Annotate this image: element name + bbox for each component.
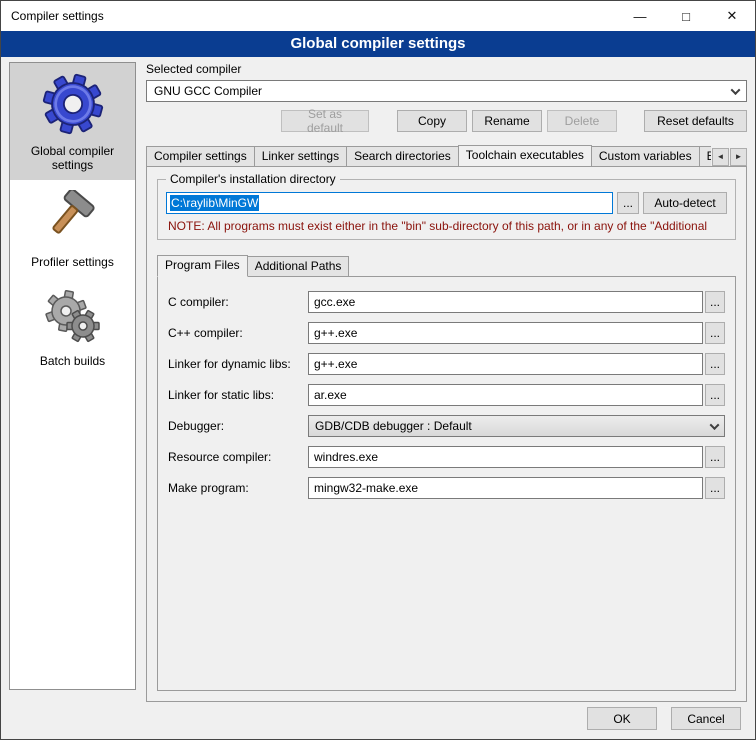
tab-scroll-left-button[interactable]: ◄: [712, 148, 729, 166]
tab-toolchain-executables[interactable]: Toolchain executables: [458, 145, 592, 166]
field-label: Linker for static libs:: [168, 388, 308, 402]
note-text: NOTE: All programs must exist either in …: [168, 219, 725, 233]
field-value: windres.exe: [314, 450, 378, 464]
close-button[interactable]: ✕: [709, 1, 755, 31]
compiler-settings-window: Compiler settings — □ ✕ Global compiler …: [0, 0, 756, 740]
field-value: ar.exe: [314, 388, 347, 402]
dialog-content: Global compiler settings Profiler settin…: [1, 57, 755, 739]
delete-button[interactable]: Delete: [547, 110, 617, 132]
make-program-input[interactable]: mingw32-make.exe: [308, 477, 703, 499]
sidebar-item-label: Batch builds: [13, 354, 132, 368]
tab-scroll-right-button[interactable]: ►: [730, 148, 747, 166]
field-label: C++ compiler:: [168, 326, 308, 340]
field-label: C compiler:: [168, 295, 308, 309]
installation-directory-group: Compiler's installation directory C:\ray…: [157, 179, 736, 240]
chevron-down-icon: [710, 420, 720, 430]
compiler-select[interactable]: GNU GCC Compiler: [146, 80, 747, 102]
field-row-make-program: Make program: mingw32-make.exe ...: [168, 477, 725, 499]
settings-tabbar: Compiler settings Linker settings Search…: [146, 144, 747, 166]
rename-button[interactable]: Rename: [472, 110, 542, 132]
field-row-linker-static: Linker for static libs: ar.exe ...: [168, 384, 725, 406]
field-row-debugger: Debugger: GDB/CDB debugger : Default: [168, 415, 725, 437]
browse-directory-button[interactable]: ...: [617, 192, 639, 214]
window-title: Compiler settings: [1, 9, 104, 23]
selected-compiler-label: Selected compiler: [146, 62, 747, 76]
linker-dynamic-input[interactable]: g++.exe: [308, 353, 703, 375]
tab-search-directories[interactable]: Search directories: [346, 146, 459, 166]
hammer-icon: [45, 190, 101, 246]
tab-custom-variables[interactable]: Custom variables: [591, 146, 700, 166]
compiler-select-value: GNU GCC Compiler: [154, 84, 262, 98]
field-row-resource-compiler: Resource compiler: windres.exe ...: [168, 446, 725, 468]
installation-directory-label: Compiler's installation directory: [166, 172, 340, 186]
sidebar-item-profiler-settings[interactable]: Profiler settings: [10, 180, 135, 277]
field-value: gcc.exe: [314, 295, 355, 309]
minimize-button[interactable]: —: [617, 1, 663, 31]
gray-gears-icon: [44, 287, 102, 345]
debugger-select-value: GDB/CDB debugger : Default: [315, 419, 472, 433]
tab-build-truncated[interactable]: Buil: [699, 146, 711, 166]
field-row-c-compiler: C compiler: gcc.exe ...: [168, 291, 725, 313]
field-value: mingw32-make.exe: [314, 481, 418, 495]
window-controls: — □ ✕: [617, 1, 755, 31]
tab-linker-settings[interactable]: Linker settings: [254, 146, 347, 166]
field-label: Resource compiler:: [168, 450, 308, 464]
browse-make-program-button[interactable]: ...: [705, 477, 725, 499]
sidebar-item-label: Global compiler settings: [13, 144, 132, 172]
linker-static-input[interactable]: ar.exe: [308, 384, 703, 406]
main-panel: Selected compiler GNU GCC Compiler Set a…: [146, 62, 747, 702]
program-files-panel: C compiler: gcc.exe ... C++ compiler: g+…: [157, 276, 736, 691]
browse-linker-static-button[interactable]: ...: [705, 384, 725, 406]
installation-directory-value: C:\raylib\MinGW: [170, 195, 259, 211]
compiler-actions: Set as default Copy Rename Delete Reset …: [146, 110, 747, 132]
field-row-linker-dynamic: Linker for dynamic libs: g++.exe ...: [168, 353, 725, 375]
c-compiler-input[interactable]: gcc.exe: [308, 291, 703, 313]
tab-additional-paths[interactable]: Additional Paths: [247, 256, 350, 276]
set-as-default-button[interactable]: Set as default: [281, 110, 369, 132]
tab-program-files[interactable]: Program Files: [157, 255, 248, 277]
sidebar-item-label: Profiler settings: [13, 255, 132, 269]
sidebar-item-batch-builds[interactable]: Batch builds: [10, 277, 135, 376]
reset-defaults-button[interactable]: Reset defaults: [644, 110, 747, 132]
dialog-footer: OK Cancel: [587, 707, 741, 730]
field-label: Debugger:: [168, 419, 308, 433]
dialog-header-title: Global compiler settings: [1, 31, 755, 57]
cpp-compiler-input[interactable]: g++.exe: [308, 322, 703, 344]
browse-resource-compiler-button[interactable]: ...: [705, 446, 725, 468]
browse-cpp-compiler-button[interactable]: ...: [705, 322, 725, 344]
blue-gear-icon: [42, 73, 104, 135]
copy-button[interactable]: Copy: [397, 110, 467, 132]
chevron-down-icon: [731, 85, 741, 95]
installation-directory-input[interactable]: C:\raylib\MinGW: [166, 192, 613, 214]
toolchain-executables-panel: Compiler's installation directory C:\ray…: [146, 166, 747, 702]
settings-category-list: Global compiler settings Profiler settin…: [9, 62, 136, 690]
browse-c-compiler-button[interactable]: ...: [705, 291, 725, 313]
field-value: g++.exe: [314, 326, 357, 340]
sidebar-item-global-compiler-settings[interactable]: Global compiler settings: [10, 63, 135, 180]
field-value: g++.exe: [314, 357, 357, 371]
debugger-select[interactable]: GDB/CDB debugger : Default: [308, 415, 725, 437]
field-label: Make program:: [168, 481, 308, 495]
maximize-button[interactable]: □: [663, 1, 709, 31]
tab-compiler-settings[interactable]: Compiler settings: [146, 146, 255, 166]
ok-button[interactable]: OK: [587, 707, 657, 730]
field-label: Linker for dynamic libs:: [168, 357, 308, 371]
auto-detect-button[interactable]: Auto-detect: [643, 192, 727, 214]
cancel-button[interactable]: Cancel: [671, 707, 741, 730]
resource-compiler-input[interactable]: windres.exe: [308, 446, 703, 468]
field-row-cpp-compiler: C++ compiler: g++.exe ...: [168, 322, 725, 344]
browse-linker-dynamic-button[interactable]: ...: [705, 353, 725, 375]
programs-tabbar: Program Files Additional Paths: [157, 254, 736, 276]
titlebar[interactable]: Compiler settings — □ ✕: [1, 1, 755, 31]
